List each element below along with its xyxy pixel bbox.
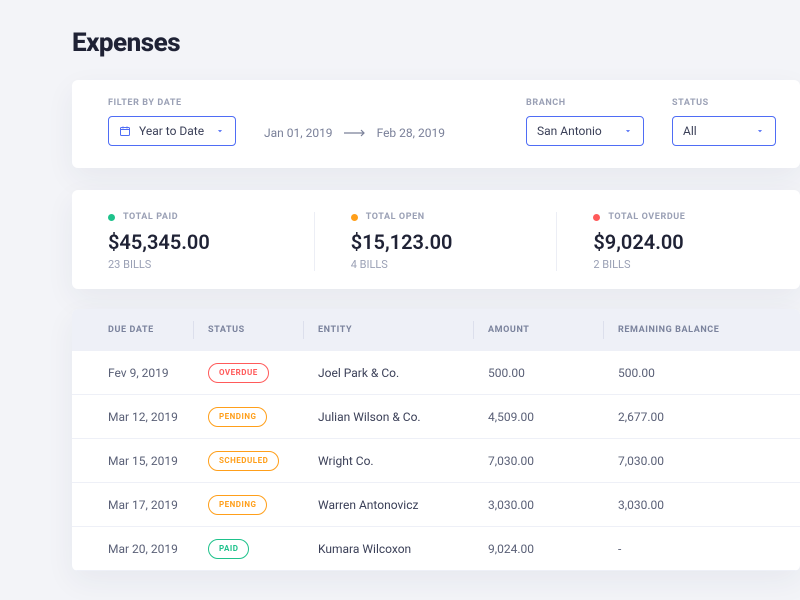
cell-due-date: Mar 20, 2019	[108, 542, 208, 556]
date-range-start: Jan 01, 2019	[264, 126, 333, 140]
expenses-table: DUE DATE STATUS ENTITY AMOUNT REMAINING …	[72, 309, 800, 571]
filter-bar: FILTER BY DATE Year to Date Jan 01, 2019…	[72, 80, 800, 168]
card-sub: 23 BILLS	[108, 258, 278, 271]
cell-amount: 4,509.00	[488, 410, 618, 424]
summary-card-overdue: TOTAL OVERDUE $9,024.00 2 BILLS	[557, 212, 800, 271]
card-sub: 4 BILLS	[351, 258, 521, 271]
status-badge: OVERDUE	[208, 363, 269, 383]
th-remaining[interactable]: REMAINING BALANCE	[618, 325, 778, 335]
cell-due-date: Mar 15, 2019	[108, 454, 208, 468]
th-entity[interactable]: ENTITY	[318, 325, 488, 335]
filter-status-value: All	[683, 124, 697, 138]
table-row[interactable]: Mar 17, 2019 PENDING Warren Antonovicz 3…	[72, 483, 800, 527]
filter-branch-label: BRANCH	[526, 98, 644, 108]
status-badge: PENDING	[208, 407, 267, 427]
cell-entity: Kumara Wilcoxon	[318, 542, 488, 556]
table-row[interactable]: Mar 12, 2019 PENDING Julian Wilson & Co.…	[72, 395, 800, 439]
cell-amount: 500.00	[488, 366, 618, 380]
cell-due-date: Mar 17, 2019	[108, 498, 208, 512]
arrow-right-icon	[343, 129, 367, 137]
cell-entity: Joel Park & Co.	[318, 366, 488, 380]
status-badge: PENDING	[208, 495, 267, 515]
table-header-row: DUE DATE STATUS ENTITY AMOUNT REMAINING …	[72, 309, 800, 351]
summary-card-open: TOTAL OPEN $15,123.00 4 BILLS	[315, 212, 558, 271]
caret-down-icon	[215, 126, 225, 136]
filter-date-select[interactable]: Year to Date	[108, 116, 236, 146]
date-range-display: Jan 01, 2019 Feb 28, 2019	[264, 126, 445, 146]
caret-down-icon	[755, 126, 765, 136]
filter-branch-select[interactable]: San Antonio	[526, 116, 644, 146]
status-dot-icon	[108, 214, 115, 221]
cell-remaining: 2,677.00	[618, 410, 778, 424]
filter-date-value: Year to Date	[139, 124, 204, 138]
card-amount: $45,345.00	[108, 230, 278, 254]
filter-date-label: FILTER BY DATE	[108, 98, 236, 108]
card-amount: $15,123.00	[351, 230, 521, 254]
status-dot-icon	[351, 214, 358, 221]
cell-remaining: 3,030.00	[618, 498, 778, 512]
cell-entity: Warren Antonovicz	[318, 498, 488, 512]
status-badge: PAID	[208, 539, 249, 559]
page-title: Expenses	[72, 28, 800, 58]
cell-amount: 3,030.00	[488, 498, 618, 512]
summary-card-paid: TOTAL PAID $45,345.00 23 BILLS	[72, 212, 315, 271]
filter-status-group: STATUS All	[672, 98, 776, 146]
filter-branch-group: BRANCH San Antonio	[526, 98, 644, 146]
card-label: TOTAL PAID	[123, 212, 178, 222]
cell-entity: Wright Co.	[318, 454, 488, 468]
cell-remaining: -	[618, 542, 778, 556]
filter-status-select[interactable]: All	[672, 116, 776, 146]
table-row[interactable]: Mar 15, 2019 SCHEDULED Wright Co. 7,030.…	[72, 439, 800, 483]
cell-amount: 7,030.00	[488, 454, 618, 468]
cell-remaining: 7,030.00	[618, 454, 778, 468]
cell-due-date: Fev 9, 2019	[108, 366, 208, 380]
status-badge: SCHEDULED	[208, 451, 279, 471]
cell-entity: Julian Wilson & Co.	[318, 410, 488, 424]
th-status[interactable]: STATUS	[208, 325, 318, 335]
th-amount[interactable]: AMOUNT	[488, 325, 618, 335]
cell-amount: 9,024.00	[488, 542, 618, 556]
th-due-date[interactable]: DUE DATE	[108, 325, 208, 335]
summary-cards: TOTAL PAID $45,345.00 23 BILLS TOTAL OPE…	[72, 190, 800, 289]
cell-remaining: 500.00	[618, 366, 778, 380]
date-range-end: Feb 28, 2019	[377, 126, 445, 140]
filter-date-group: FILTER BY DATE Year to Date	[108, 98, 236, 146]
status-dot-icon	[593, 214, 600, 221]
card-label: TOTAL OVERDUE	[608, 212, 685, 222]
table-row[interactable]: Mar 20, 2019 PAID Kumara Wilcoxon 9,024.…	[72, 527, 800, 571]
calendar-icon	[119, 125, 131, 137]
caret-down-icon	[623, 126, 633, 136]
card-sub: 2 BILLS	[593, 258, 764, 271]
filter-status-label: STATUS	[672, 98, 776, 108]
card-label: TOTAL OPEN	[366, 212, 425, 222]
filter-branch-value: San Antonio	[537, 124, 602, 138]
cell-due-date: Mar 12, 2019	[108, 410, 208, 424]
card-amount: $9,024.00	[593, 230, 764, 254]
table-row[interactable]: Fev 9, 2019 OVERDUE Joel Park & Co. 500.…	[72, 351, 800, 395]
